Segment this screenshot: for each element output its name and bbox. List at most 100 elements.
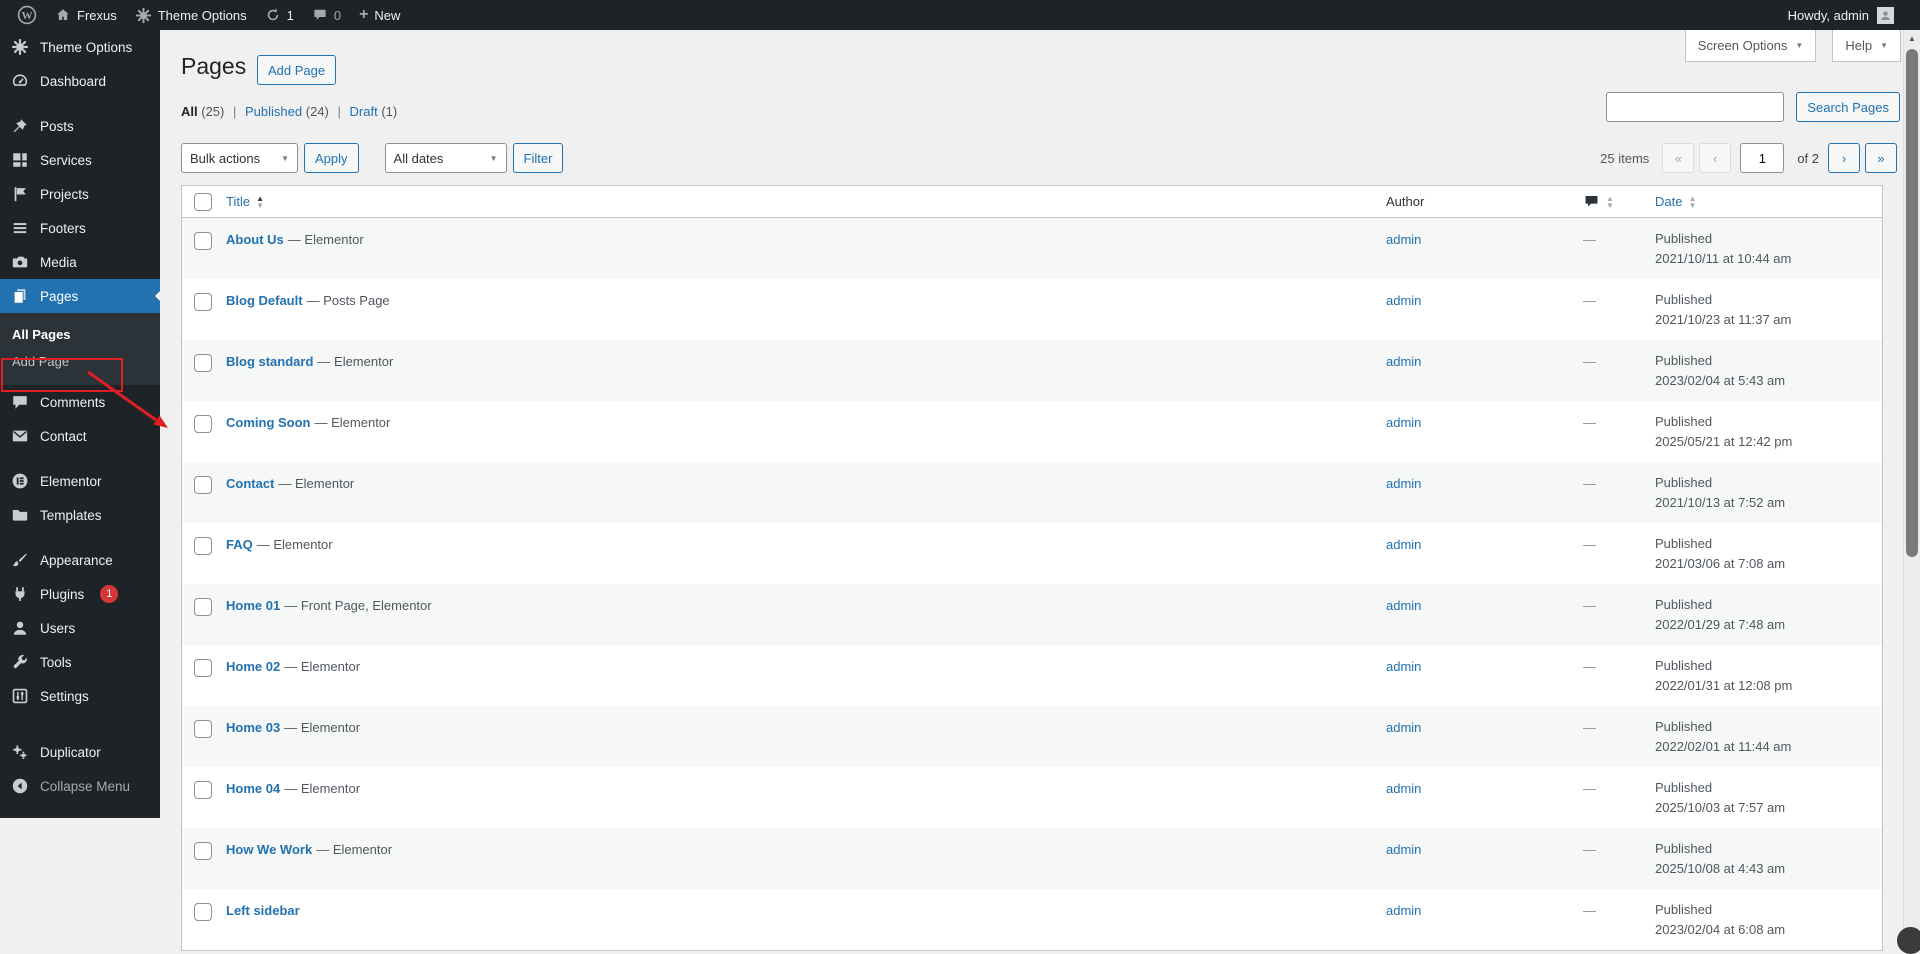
sidebar-item-posts[interactable]: Posts	[0, 109, 160, 143]
sidebar-item-elementor[interactable]: Elementor	[0, 464, 160, 498]
filter-button[interactable]: Filter	[512, 143, 564, 173]
vertical-scrollbar[interactable]: ▲	[1903, 30, 1920, 945]
next-page-button[interactable]: ›	[1828, 143, 1860, 173]
page-title-link[interactable]: Contact	[226, 476, 274, 491]
wordpress-logo-menu[interactable]: W	[8, 0, 46, 30]
sidebar-item-templates[interactable]: Templates	[0, 498, 160, 532]
page-title-link[interactable]: Left sidebar	[226, 903, 300, 918]
page-title-link[interactable]: How We Work	[226, 842, 312, 857]
pages-table: Title ▲ ▼ Author ▲ ▼ Date ▲ ▼ About Us — Ele…	[181, 185, 1883, 951]
view-draft-link[interactable]: Draft	[350, 104, 378, 119]
separator: |	[337, 104, 341, 119]
gear-icon	[10, 37, 30, 57]
view-all-link[interactable]: All	[181, 104, 198, 119]
author-link[interactable]: admin	[1386, 476, 1421, 491]
theme-options-menu[interactable]: Theme Options	[126, 0, 256, 30]
row-checkbox[interactable]	[194, 598, 212, 616]
site-name-menu[interactable]: Frexus	[46, 0, 126, 30]
row-checkbox[interactable]	[194, 537, 212, 555]
comments-value: —	[1583, 232, 1596, 247]
view-published-link[interactable]: Published	[245, 104, 302, 119]
author-link[interactable]: admin	[1386, 598, 1421, 613]
row-checkbox[interactable]	[194, 903, 212, 921]
page-title-link[interactable]: Coming Soon	[226, 415, 311, 430]
sidebar-item-plugins[interactable]: Plugins 1	[0, 577, 160, 611]
page-title-link[interactable]: Home 03	[226, 720, 280, 735]
sidebar-item-settings[interactable]: Settings	[0, 679, 160, 713]
select-all-checkbox[interactable]	[194, 192, 212, 211]
row-checkbox[interactable]	[194, 842, 212, 860]
sidebar-item-pages[interactable]: Pages	[0, 279, 160, 313]
author-link[interactable]: admin	[1386, 537, 1421, 552]
row-checkbox[interactable]	[194, 659, 212, 677]
search-input[interactable]	[1606, 92, 1785, 122]
sidebar-item-contact[interactable]: Contact	[0, 419, 160, 453]
apply-button[interactable]: Apply	[304, 143, 359, 173]
page-title-link[interactable]: Home 04	[226, 781, 280, 796]
table-row: Blog standard — Elementor admin — Publish…	[182, 340, 1882, 401]
author-link[interactable]: admin	[1386, 720, 1421, 735]
author-link[interactable]: admin	[1386, 232, 1421, 247]
sidebar-item-footers[interactable]: Footers	[0, 211, 160, 245]
page-title-link[interactable]: Home 01	[226, 598, 280, 613]
author-link[interactable]: admin	[1386, 903, 1421, 918]
page-title-link[interactable]: Blog Default	[226, 293, 303, 308]
sidebar-item-duplicator[interactable]: Duplicator	[0, 735, 160, 769]
scrollbar-thumb[interactable]	[1906, 49, 1918, 557]
sidebar-item-tools[interactable]: Tools	[0, 645, 160, 679]
updates-menu[interactable]: 1	[256, 0, 303, 30]
row-checkbox[interactable]	[194, 293, 212, 311]
sidebar-item-services[interactable]: Services	[0, 143, 160, 177]
search-pages-button[interactable]: Search Pages	[1796, 92, 1900, 122]
row-checkbox[interactable]	[194, 781, 212, 799]
sidebar-item-media[interactable]: Media	[0, 245, 160, 279]
first-page-button[interactable]: «	[1662, 143, 1695, 173]
plus-icon: +	[359, 6, 369, 23]
author-link[interactable]: admin	[1386, 415, 1421, 430]
row-checkbox[interactable]	[194, 720, 212, 738]
comments-value: —	[1583, 720, 1596, 735]
sidebar-item-comments[interactable]: Comments	[0, 385, 160, 419]
comments-column-header[interactable]: ▲ ▼	[1579, 193, 1655, 210]
comment-bubble-icon	[1583, 193, 1600, 210]
submenu-all-pages[interactable]: All Pages	[0, 321, 160, 348]
page-title-link[interactable]: FAQ	[226, 537, 253, 552]
admin-bar: W Frexus Theme Options 1 0 + New Howdy, …	[0, 0, 1920, 30]
title-column-header[interactable]: Title ▲ ▼	[215, 194, 1386, 209]
sidebar-item-projects[interactable]: Projects	[0, 177, 160, 211]
scroll-up-arrow-icon[interactable]: ▲	[1904, 30, 1920, 47]
sidebar-item-label: Settings	[40, 688, 89, 704]
author-link[interactable]: admin	[1386, 293, 1421, 308]
comments-menu[interactable]: 0	[303, 0, 350, 30]
new-content-menu[interactable]: + New	[350, 0, 409, 30]
add-page-button[interactable]: Add Page	[257, 55, 337, 85]
sidebar-item-collapse-menu[interactable]: Collapse Menu	[0, 769, 160, 803]
date-column-header[interactable]: Date ▲ ▼	[1655, 192, 1882, 212]
row-checkbox[interactable]	[194, 476, 212, 494]
sidebar-item-users[interactable]: Users	[0, 611, 160, 645]
author-link[interactable]: admin	[1386, 842, 1421, 857]
page-title-link[interactable]: Home 02	[226, 659, 280, 674]
row-checkbox[interactable]	[194, 354, 212, 372]
sidebar-item-dashboard[interactable]: Dashboard	[0, 64, 160, 98]
all-dates-select[interactable]: All dates ▼	[384, 143, 507, 173]
page-title-link[interactable]: About Us	[226, 232, 284, 247]
last-page-button[interactable]: »	[1865, 143, 1897, 173]
current-page-input[interactable]	[1740, 143, 1785, 173]
sidebar-item-appearance[interactable]: Appearance	[0, 543, 160, 577]
bulk-actions-select[interactable]: Bulk actions ▼	[181, 143, 298, 173]
page-title-link[interactable]: Blog standard	[226, 354, 313, 369]
account-menu[interactable]: Howdy, admin	[1788, 6, 1920, 24]
row-checkbox[interactable]	[194, 415, 212, 433]
sidebar-item-label: Pages	[40, 288, 79, 304]
sidebar-item-theme-options[interactable]: Theme Options	[0, 30, 160, 64]
row-checkbox[interactable]	[194, 232, 212, 250]
updates-icon	[265, 7, 281, 23]
author-link[interactable]: admin	[1386, 354, 1421, 369]
author-link[interactable]: admin	[1386, 781, 1421, 796]
submenu-add-page[interactable]: Add Page	[0, 348, 160, 375]
previous-page-button[interactable]: ‹	[1699, 143, 1732, 173]
author-link[interactable]: admin	[1386, 659, 1421, 674]
help-tab[interactable]: Help ▼	[1832, 30, 1901, 62]
screen-options-tab[interactable]: Screen Options ▼	[1684, 30, 1817, 62]
